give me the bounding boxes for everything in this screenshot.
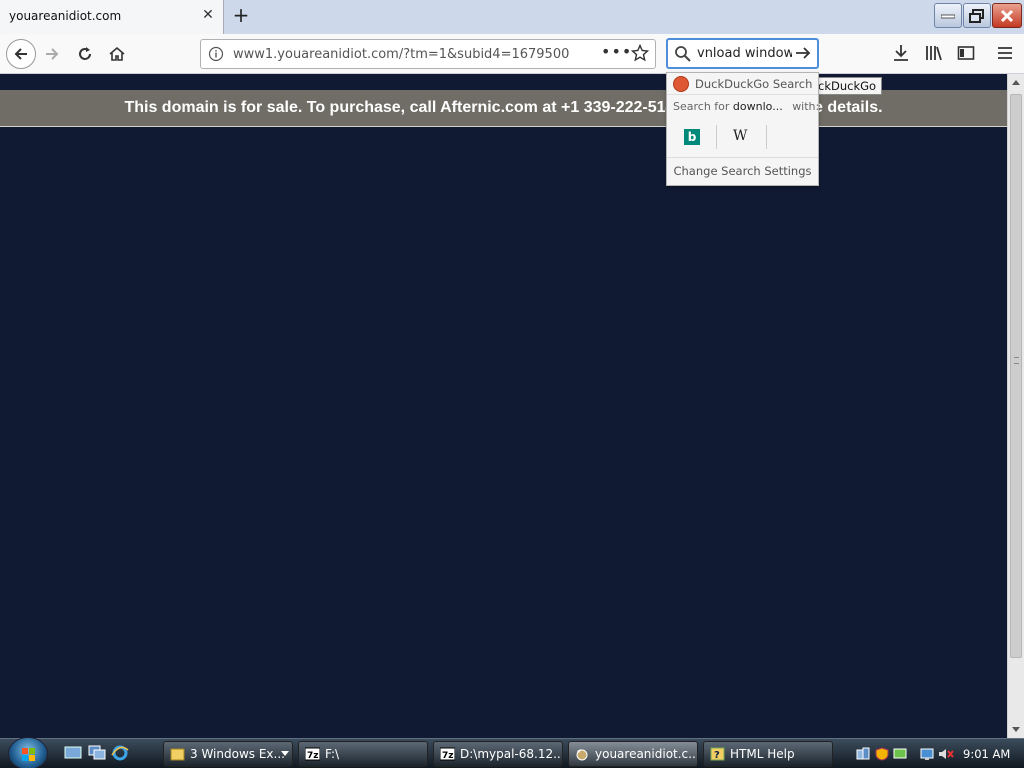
search-input[interactable]: vnload window xyxy=(697,46,792,61)
switch-windows-icon[interactable] xyxy=(88,745,106,761)
page-actions-icon[interactable]: ••• xyxy=(601,42,632,61)
tab-title: youareanidiot.com xyxy=(9,9,122,23)
library-icon[interactable] xyxy=(925,44,943,65)
search-suggestions-popup: DuckDuckGo Search Search for downlo... w… xyxy=(666,72,819,186)
scroll-grip xyxy=(1014,357,1019,364)
duckduckgo-icon xyxy=(673,76,689,92)
taskbar-item-label: D:\mypal-68.12... xyxy=(460,747,563,761)
taskbar-clock[interactable]: 9:01 AM xyxy=(963,747,1010,761)
engine-divider xyxy=(766,125,767,149)
banner-text: This domain is for sale. To purchase, ca… xyxy=(124,99,883,116)
tab-strip: youareanidiot.com ✕ + xyxy=(0,0,1024,34)
taskbar-item-html-help[interactable]: ? HTML Help xyxy=(703,741,833,767)
search-for-suffix: with: xyxy=(792,100,820,113)
7zip-icon: 7z xyxy=(304,747,321,761)
home-button[interactable] xyxy=(103,40,131,68)
folder-icon xyxy=(170,747,185,761)
7zip-icon: 7z xyxy=(439,747,456,761)
url-text[interactable]: www1.youareanidiot.com/?tm=1&subid4=1679… xyxy=(233,47,569,62)
close-window-button[interactable] xyxy=(992,3,1022,28)
current-engine-label: DuckDuckGo Search xyxy=(695,77,813,91)
forward-arrow-icon xyxy=(46,48,59,60)
security-shield-icon[interactable] xyxy=(875,747,889,761)
engine-divider xyxy=(716,125,717,149)
taskbar-item-windows-explorer[interactable]: 3 Windows Ex... xyxy=(163,741,293,767)
help-icon: ? xyxy=(710,747,725,761)
sidebar-icon[interactable] xyxy=(957,44,975,65)
internet-explorer-icon[interactable] xyxy=(111,745,129,761)
home-icon xyxy=(109,46,125,61)
change-search-settings[interactable]: Change Search Settings xyxy=(667,157,818,185)
forward-button[interactable] xyxy=(38,40,66,68)
display-icon[interactable] xyxy=(893,747,907,761)
svg-text:?: ? xyxy=(714,750,720,761)
reload-button[interactable] xyxy=(71,40,99,68)
chevron-down-icon xyxy=(281,751,289,756)
browser-icon xyxy=(575,747,590,761)
navigation-toolbar: www1.youareanidiot.com/?tm=1&subid4=1679… xyxy=(0,34,1024,74)
menu-icon[interactable] xyxy=(996,44,1014,65)
bookmark-star-icon[interactable] xyxy=(630,43,650,65)
taskbar-item-label: 3 Windows Ex... xyxy=(190,747,285,761)
back-button[interactable] xyxy=(6,39,36,69)
bing-icon[interactable]: b xyxy=(684,129,700,145)
search-for-query: downlo... xyxy=(732,100,783,113)
scroll-down-icon[interactable] xyxy=(1008,721,1024,738)
taskbar-item-mypal[interactable]: 7z D:\mypal-68.12... xyxy=(433,741,563,767)
downloads-icon[interactable] xyxy=(892,44,910,65)
one-off-engines: b W xyxy=(667,123,818,151)
close-icon xyxy=(1000,9,1014,22)
taskbar-item-label: youareanidiot.c... xyxy=(595,747,698,761)
restore-button[interactable] xyxy=(963,3,991,28)
system-tray: 9:01 AM xyxy=(848,740,1024,768)
search-bar[interactable]: vnload window xyxy=(666,38,819,69)
scroll-up-icon[interactable] xyxy=(1008,74,1024,91)
svg-text:7z: 7z xyxy=(442,751,454,761)
taskbar-item-f-drive[interactable]: 7z F:\ xyxy=(298,741,428,767)
tab-close-icon[interactable]: ✕ xyxy=(200,7,216,25)
url-bar[interactable]: www1.youareanidiot.com/?tm=1&subid4=1679… xyxy=(200,39,656,69)
taskbar-item-label: F:\ xyxy=(325,747,340,761)
tab-youareanidiot[interactable]: youareanidiot.com ✕ xyxy=(0,0,224,34)
restore-icon xyxy=(969,8,984,23)
taskbar-item-label: HTML Help xyxy=(730,747,795,761)
domain-sale-banner: This domain is for sale. To purchase, ca… xyxy=(0,90,1007,127)
show-desktop-icon[interactable] xyxy=(64,745,82,761)
search-go-icon[interactable] xyxy=(794,44,812,65)
taskbar: 3 Windows Ex... 7z F:\ 7z D:\mypal-68.12… xyxy=(0,737,1024,768)
start-button[interactable] xyxy=(8,737,48,768)
reload-icon xyxy=(79,47,91,60)
search-icon xyxy=(674,45,692,66)
windows-logo-icon xyxy=(22,748,35,761)
search-for-row: Search for downlo... with: xyxy=(667,97,819,117)
taskbar-item-youareanidiot[interactable]: youareanidiot.c... xyxy=(568,741,698,767)
site-info-icon[interactable] xyxy=(208,46,224,65)
volume-muted-icon[interactable] xyxy=(938,747,954,761)
page-scrollbar[interactable] xyxy=(1007,74,1024,738)
minimize-icon xyxy=(941,14,955,18)
new-tab-button[interactable]: + xyxy=(230,4,252,28)
svg-text:7z: 7z xyxy=(307,751,319,761)
engine-tooltip: ckDuckGo xyxy=(812,77,883,95)
current-engine-row[interactable]: DuckDuckGo Search xyxy=(667,73,818,95)
search-for-text: Search for downlo... with: xyxy=(673,100,819,113)
minimize-button[interactable] xyxy=(934,3,962,28)
back-arrow-icon xyxy=(14,48,27,60)
scroll-thumb[interactable] xyxy=(1010,94,1022,658)
search-for-prefix: Search for xyxy=(673,100,730,113)
connection-icon[interactable] xyxy=(920,747,934,761)
network-icon[interactable] xyxy=(856,747,870,761)
wikipedia-icon[interactable]: W xyxy=(733,128,747,144)
